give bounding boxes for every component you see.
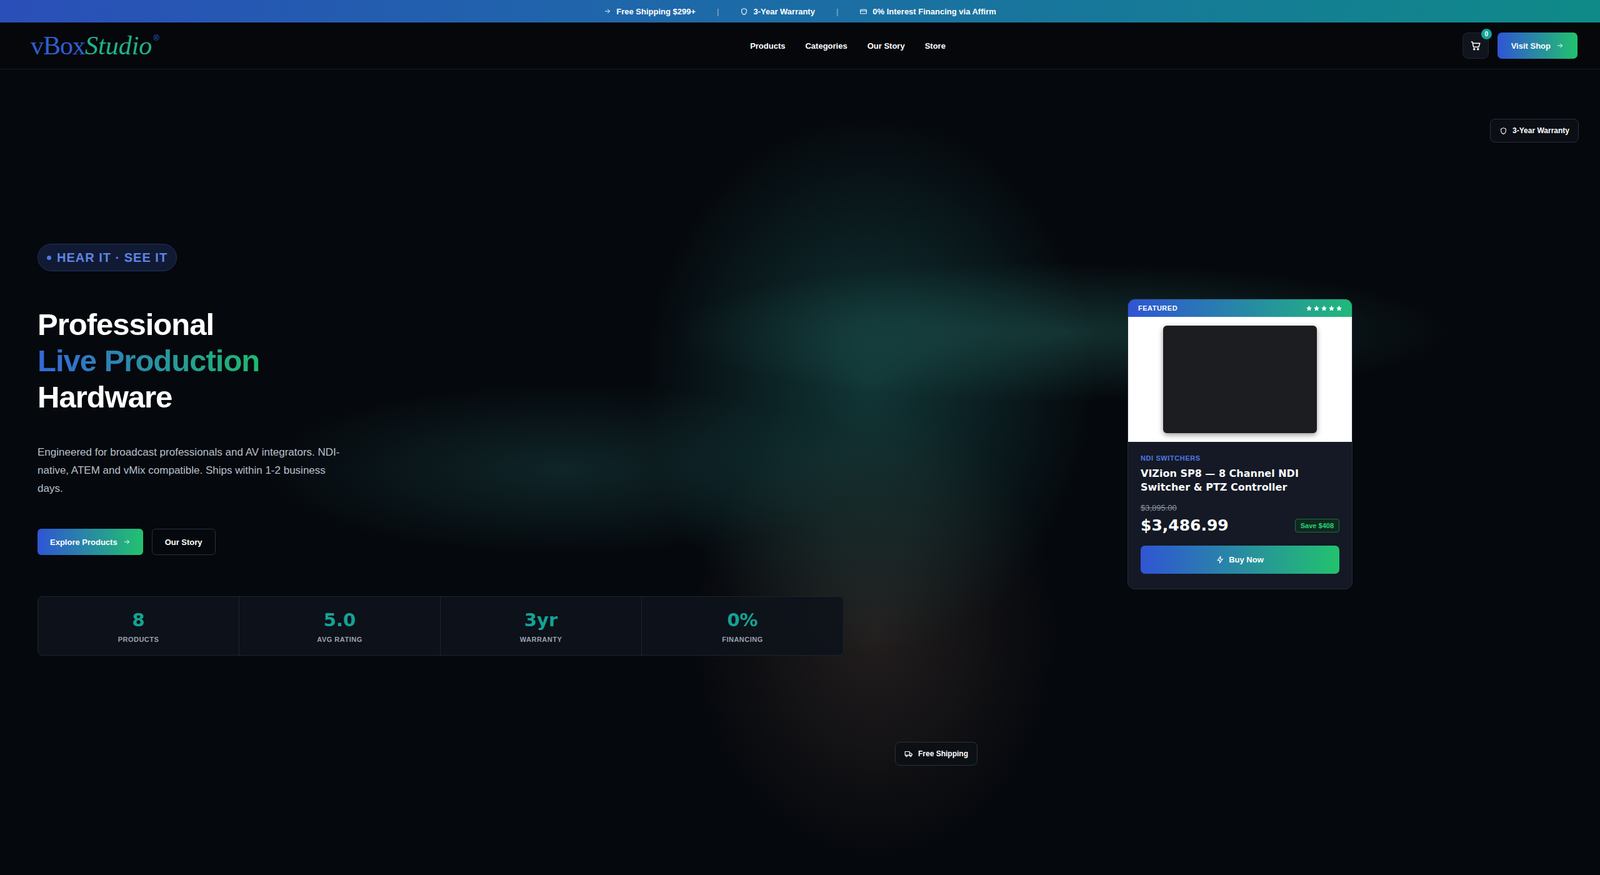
hero-title-text: Hardware xyxy=(37,380,172,414)
stat-value: 8 xyxy=(131,609,145,631)
hero-title-line: Live Production xyxy=(37,342,260,379)
stat-label: PRODUCTS xyxy=(118,635,160,644)
button-label: Explore Products xyxy=(50,537,118,547)
arrow-right-icon xyxy=(123,538,131,546)
star-icon xyxy=(1328,305,1335,312)
lightning-icon xyxy=(1216,555,1225,564)
announcement-text: 3-Year Warranty xyxy=(753,6,815,17)
hero-title-text: Live Production xyxy=(37,343,260,378)
eyebrow-text: HEAR IT · SEE IT xyxy=(56,250,168,265)
arrow-right-icon xyxy=(1556,41,1564,50)
buy-now-label: Buy Now xyxy=(1228,555,1264,565)
hero-title-text: Professional xyxy=(37,307,214,342)
stat-cell: 5.0 AVG RATING xyxy=(239,596,441,655)
warranty-badge-text: 3-Year Warranty xyxy=(1512,126,1570,135)
star-icon xyxy=(1336,305,1342,312)
cart-button[interactable]: 0 xyxy=(1462,32,1489,59)
logo[interactable]: vBoxStudio® xyxy=(30,30,663,61)
stat-value: 3yr xyxy=(524,609,558,631)
announcement-item: 0% Interest Financing via Affirm xyxy=(859,6,996,17)
star-icon xyxy=(1321,305,1327,312)
cart-count: 0 xyxy=(1481,28,1492,40)
card-body: NDI SWITCHERS VIZion SP8 — 8 Channel NDI … xyxy=(1128,441,1352,589)
free-shipping-badge: Free Shipping xyxy=(895,741,978,766)
save-badge: Save $408 xyxy=(1295,518,1340,533)
hero-section: HEAR IT · SEE IT ProfessionalLive Product… xyxy=(0,69,1600,875)
hero-eyebrow: HEAR IT · SEE IT xyxy=(37,243,177,272)
nav-actions: 0 Visit Shop xyxy=(945,32,1578,59)
stats-bar: 8 PRODUCTS 5.0 AVG RATING 3yr WARRANTY 0% FINAN… xyxy=(37,596,844,656)
nav-link[interactable]: Categories xyxy=(805,41,847,51)
arrow-right-icon xyxy=(603,7,612,15)
stat-value: 5.0 xyxy=(323,609,356,631)
announcement-item: Free Shipping $299+ xyxy=(603,6,696,17)
nav-link[interactable]: Products xyxy=(750,41,785,51)
nav-link[interactable]: Store xyxy=(925,41,946,51)
featured-product-card[interactable]: FEATURED NDI SWITCHERS VIZion SP8 — 8 Chan… xyxy=(1127,298,1353,590)
price-row: $3,486.99 Save $408 xyxy=(1140,516,1340,535)
top-nav: vBoxStudio® Products Categories Our Story St… xyxy=(0,22,1600,70)
nav-links: Products Categories Our Story Store xyxy=(750,41,946,51)
product-category: NDI SWITCHERS xyxy=(1140,454,1340,462)
eyebrow-dot-icon xyxy=(46,255,52,260)
star-icon xyxy=(1313,305,1320,312)
hero-buttons: Explore Products Our Story xyxy=(37,528,216,555)
announcement-text: 0% Interest Financing via Affirm xyxy=(872,6,996,17)
shield-icon xyxy=(740,7,749,16)
hero-description: Engineered for broadcast professionals a… xyxy=(37,443,350,498)
stat-label: AVG RATING xyxy=(316,635,362,644)
explore-products-button[interactable]: Explore Products xyxy=(37,528,144,555)
product-title[interactable]: VIZion SP8 — 8 Channel NDI Switcher & PT… xyxy=(1140,466,1340,495)
stat-label: WARRANTY xyxy=(520,635,563,644)
announcement-separator: | xyxy=(716,6,719,17)
stat-value: 0% xyxy=(726,609,758,631)
visit-shop-label: Visit Shop xyxy=(1511,41,1551,51)
old-price: $3,895.00 xyxy=(1140,503,1340,513)
rating-stars xyxy=(1306,305,1342,312)
shield-icon xyxy=(1499,126,1508,135)
stat-label: FINANCING xyxy=(721,635,764,644)
product-photo xyxy=(1163,325,1317,434)
hero-content: HEAR IT · SEE IT ProfessionalLive Product… xyxy=(0,69,1600,656)
truck-icon xyxy=(904,749,914,759)
hero-title-line: Professional xyxy=(37,306,260,343)
warranty-badge: 3-Year Warranty xyxy=(1490,118,1579,143)
logo-first: vBox xyxy=(30,30,85,61)
featured-tag: FEATURED xyxy=(1138,304,1178,312)
logo-registered: ® xyxy=(153,33,160,43)
announcement-text: Free Shipping $299+ xyxy=(616,6,696,17)
product-image xyxy=(1128,316,1352,442)
nav-link[interactable]: Our Story xyxy=(867,41,905,51)
stat-cell: 0% FINANCING xyxy=(641,596,844,655)
hero-title: ProfessionalLive ProductionHardware xyxy=(37,306,260,415)
hero-title-line: Hardware xyxy=(37,378,260,415)
announcement-item: 3-Year Warranty xyxy=(740,6,815,17)
cart-icon xyxy=(1470,40,1482,52)
announcement-separator: | xyxy=(836,6,839,17)
logo-second: Studio xyxy=(85,30,152,61)
announcement-bar: Free Shipping $299+ | 3-Year Warranty | 0% I… xyxy=(0,0,1600,23)
button-label: Our Story xyxy=(165,537,203,547)
visit-shop-button[interactable]: Visit Shop xyxy=(1497,32,1578,59)
stat-cell: 8 PRODUCTS xyxy=(38,596,240,655)
free-shipping-text: Free Shipping xyxy=(918,749,969,759)
star-icon xyxy=(1306,305,1312,312)
buy-now-button[interactable]: Buy Now xyxy=(1140,545,1340,574)
our-story-button[interactable]: Our Story xyxy=(151,528,216,555)
product-price: $3,486.99 xyxy=(1140,516,1229,535)
stat-cell: 3yr WARRANTY xyxy=(440,596,642,655)
card-header: FEATURED xyxy=(1128,299,1352,317)
credit-card-icon xyxy=(859,7,868,16)
